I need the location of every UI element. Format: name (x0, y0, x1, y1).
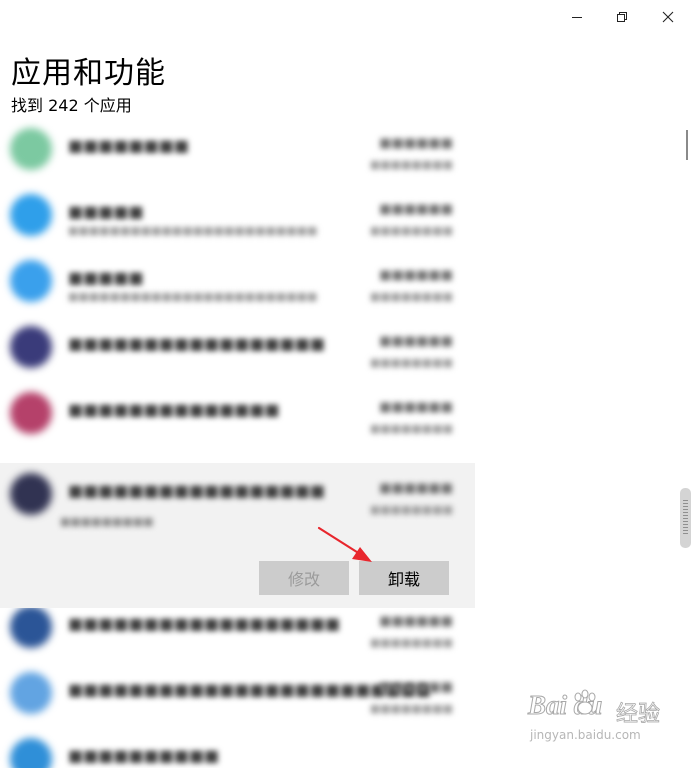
title-bar (0, 0, 691, 34)
close-icon (662, 11, 674, 23)
app-name: ■■■■■■■■■■■■■■■■■■■■■■■■ (68, 680, 431, 699)
baidu-jingyan-watermark: Bai du 经验 jingyan.baidu.com (527, 689, 688, 750)
paw-icon (574, 689, 596, 715)
app-list-item[interactable]: ■■■■■■■■■■■■■■■■■■■■■■■■ ■■■■■■ ■■■■■■■■ (0, 662, 475, 728)
scrollbar[interactable] (681, 118, 691, 768)
app-size: ■■■■■■ (379, 481, 453, 496)
app-date: ■■■■■■■■ (369, 356, 453, 369)
app-date: ■■■■■■■■ (369, 224, 453, 237)
minimize-icon (572, 17, 582, 18)
app-icon (10, 672, 52, 714)
app-icon (10, 260, 52, 302)
app-icon (10, 392, 52, 434)
app-name: ■■■■■■■■■■■■■■■■■ (68, 481, 325, 500)
app-name: ■■■■■■■■■■■■■■■■■ (68, 334, 325, 353)
app-publisher: ■■■■■■■■■■■■■■■■■■■■■■■■ (68, 224, 318, 237)
app-list-item[interactable]: ■■■■■■■■■■■■■■ ■■■■■■ ■■■■■■■■ (0, 382, 475, 448)
restore-button[interactable] (599, 0, 645, 34)
app-name: ■■■■■ (68, 268, 144, 287)
app-icon (10, 194, 52, 236)
app-date: ■■■■■■■■ (369, 290, 453, 303)
watermark-jingyan: 经验 (616, 702, 661, 728)
app-date: ■■■■■■■■ (369, 503, 453, 516)
app-name: ■■■■■■■■■■■■■■■■■■ (68, 614, 341, 633)
app-list-item[interactable]: ■■■■■■■■ ■■■■■■ ■■■■■■■■ (0, 118, 475, 184)
app-date: ■■■■■■■■ (369, 158, 453, 171)
app-name: ■■■■■■■■■■■■■■ (68, 400, 280, 419)
app-list-item[interactable]: ■■■■■■■■■■ (0, 728, 475, 768)
app-icon (10, 326, 52, 368)
app-icon (10, 128, 52, 170)
app-size: ■■■■■■ (379, 334, 453, 349)
app-size: ■■■■■■ (379, 680, 453, 695)
app-publisher: ■■■■■■■■■■■■■■■■■■■■■■■■ (68, 290, 318, 303)
scrollbar-thumb[interactable] (680, 488, 691, 548)
app-size: ■■■■■■ (379, 268, 453, 283)
app-size: ■■■■■■ (379, 202, 453, 217)
app-name: ■■■■■■■■ (68, 136, 189, 155)
app-list-item[interactable]: ■■■■■■■■■■■■■■■■■ ■■■■■■ ■■■■■■■■ ■■■■■■… (0, 463, 475, 529)
app-list-item[interactable]: ■■■■■ ■■■■■■■■■■■■■■■■■■■■■■■■ ■■■■■■ ■■… (0, 184, 475, 250)
app-version: ■■■■■■■■■ (60, 515, 154, 528)
restore-icon (617, 12, 627, 22)
app-list-item[interactable]: ■■■■■■■■■■■■■■■■■ ■■■■■■ ■■■■■■■■ (0, 316, 475, 382)
app-icon (10, 606, 52, 648)
app-name: ■■■■■■■■■■ (68, 746, 220, 765)
app-date: ■■■■■■■■ (369, 422, 453, 435)
modify-button[interactable]: 修改 (259, 561, 349, 595)
app-size: ■■■■■■ (379, 136, 453, 151)
app-date: ■■■■■■■■ (369, 702, 453, 715)
app-icon (10, 473, 52, 515)
watermark-url: jingyan.baidu.com (530, 728, 641, 742)
app-icon (10, 738, 52, 768)
uninstall-button[interactable]: 卸载 (359, 561, 449, 595)
app-name: ■■■■■ (68, 202, 144, 221)
app-list-item[interactable]: ■■■■■ ■■■■■■■■■■■■■■■■■■■■■■■■ ■■■■■■ ■■… (0, 250, 475, 316)
close-button[interactable] (645, 0, 691, 34)
app-size: ■■■■■■ (379, 400, 453, 415)
grip-icon (683, 500, 688, 536)
app-count-text: 找到 242 个应用 (11, 96, 132, 115)
app-list: ■■■■■■■■ ■■■■■■ ■■■■■■■■ ■■■■■ ■■■■■■■■■… (0, 118, 475, 768)
page-title: 应用和功能 (11, 56, 166, 91)
app-date: ■■■■■■■■ (369, 636, 453, 649)
minimize-button[interactable] (554, 0, 600, 34)
scroll-indicator (686, 130, 688, 160)
app-size: ■■■■■■ (379, 614, 453, 629)
